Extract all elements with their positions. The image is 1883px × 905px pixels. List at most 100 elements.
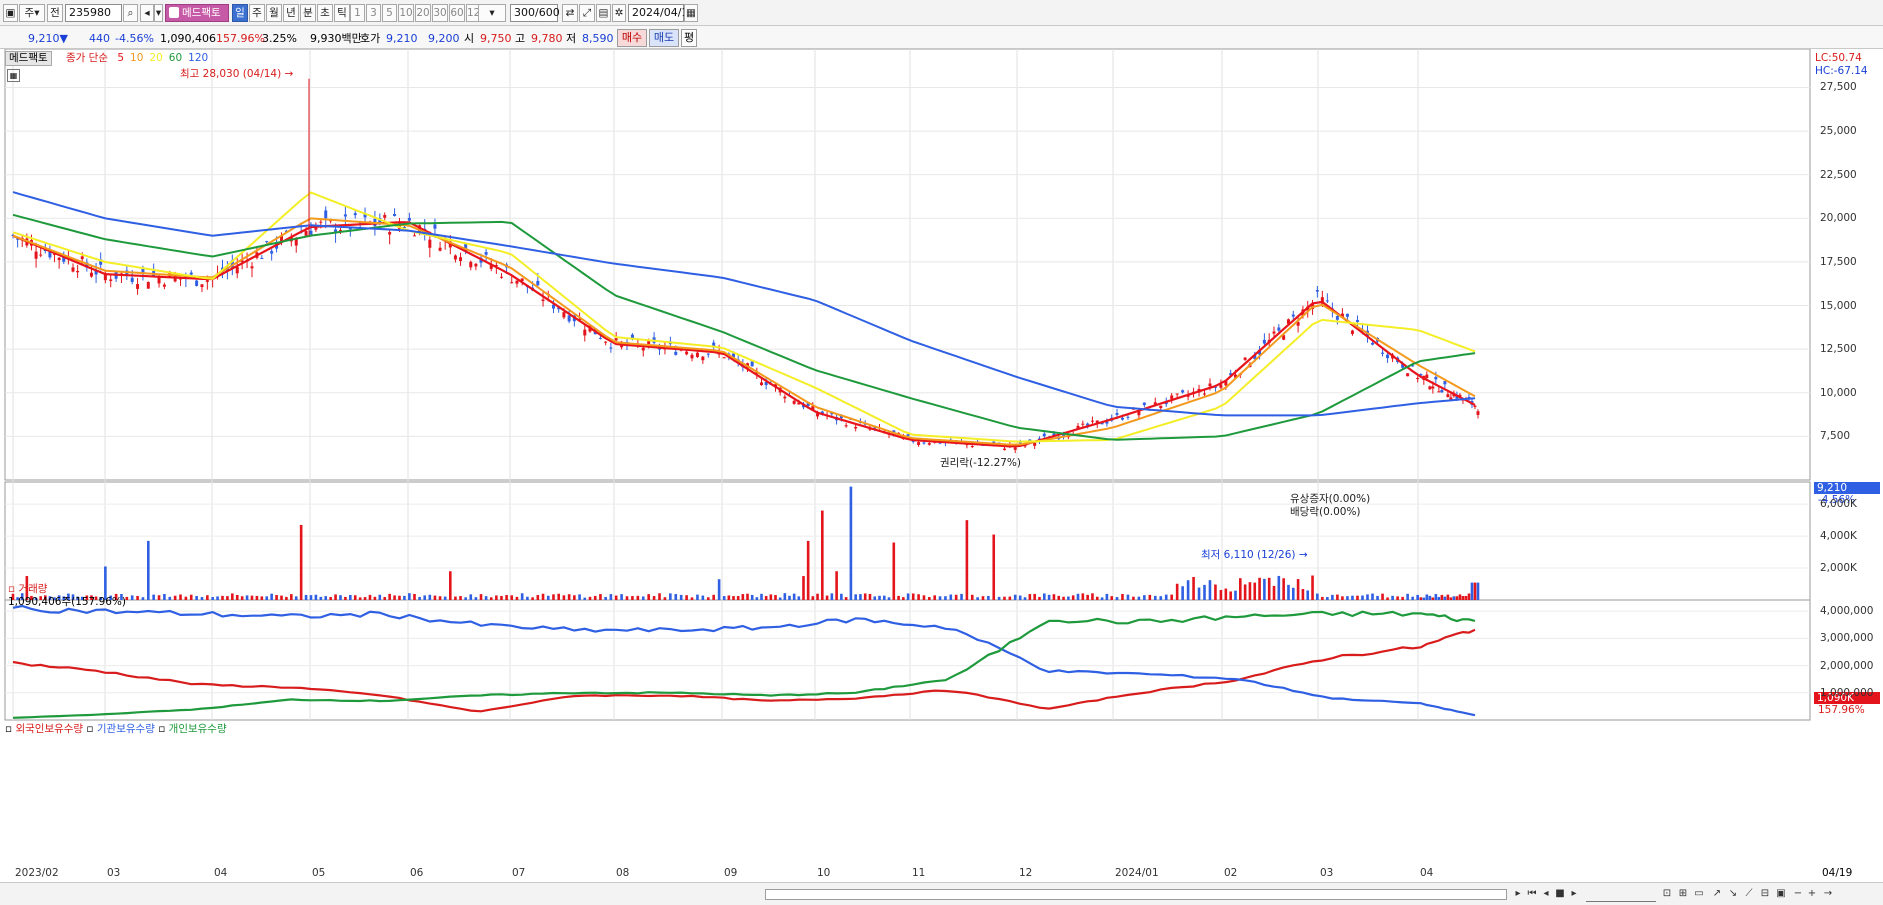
volume-bar xyxy=(1042,593,1046,600)
volume-bar xyxy=(1458,594,1462,600)
fit-icon[interactable]: ▭ xyxy=(1692,887,1706,901)
volume-bar xyxy=(1018,595,1022,600)
prev-icon[interactable]: ◂ xyxy=(1540,887,1552,901)
screen-icon[interactable]: ⊟ xyxy=(1758,887,1772,901)
indicator-icon[interactable]: ⇄ xyxy=(562,4,578,22)
volume-bar xyxy=(260,596,264,600)
volume-bar xyxy=(1316,593,1319,600)
volume-bar xyxy=(769,594,773,600)
candle-body xyxy=(136,284,140,289)
candle-body xyxy=(484,252,488,255)
crosshair-icon[interactable]: ⊞ xyxy=(1676,887,1690,901)
candle-body xyxy=(1208,383,1212,387)
trend-icon[interactable]: ⟋ xyxy=(1742,887,1756,901)
volume-bar xyxy=(184,596,188,600)
volume-bar xyxy=(449,571,452,600)
minus-icon[interactable]: − xyxy=(1792,887,1804,901)
volume-bar xyxy=(599,594,602,600)
candle-body xyxy=(474,263,478,267)
speaker-icon[interactable]: ◂ xyxy=(140,4,154,22)
volume-bar xyxy=(1267,577,1271,600)
scroll-track[interactable] xyxy=(765,889,1507,900)
chevron-down-icon[interactable]: ▾ xyxy=(154,4,163,22)
calendar-icon[interactable]: ▦ xyxy=(684,4,698,22)
market-select[interactable]: 주▾ xyxy=(19,4,45,22)
candle-body xyxy=(433,224,437,229)
volume-bar xyxy=(1110,596,1114,600)
minute-tab-5[interactable]: 5 xyxy=(382,4,397,22)
minute-tab-20[interactable]: 20 xyxy=(415,4,431,22)
candle-body xyxy=(1170,395,1174,399)
volume-bar xyxy=(1311,575,1314,600)
volume-bar xyxy=(944,596,947,600)
volume-bar xyxy=(226,596,229,600)
save-icon[interactable]: ▤ xyxy=(596,4,611,22)
minute-tab-60[interactable]: 60 xyxy=(449,4,465,22)
minute-tab-30[interactable]: 30 xyxy=(432,4,448,22)
sell-button[interactable]: 매도 xyxy=(649,29,679,47)
plus-icon[interactable]: + xyxy=(1806,887,1818,901)
candle-body xyxy=(1142,402,1146,406)
period-tab-6[interactable]: 틱 xyxy=(334,4,350,22)
buy-button[interactable]: 매수 xyxy=(617,29,647,47)
avg-button[interactable]: 평 xyxy=(681,29,697,47)
rewind-icon[interactable]: ⏮ xyxy=(1526,887,1538,901)
volume-bar xyxy=(562,595,566,600)
volume-bar xyxy=(1052,594,1056,600)
stock-code-input[interactable]: 235980 xyxy=(65,4,122,22)
volume-bar xyxy=(1243,584,1247,600)
candle-body xyxy=(1181,390,1185,393)
count-input[interactable]: 300/600 xyxy=(510,4,560,22)
period-tab-2[interactable]: 월 xyxy=(266,4,282,22)
scroll-right-icon[interactable]: ▸ xyxy=(1512,887,1524,901)
period-tab-5[interactable]: 초 xyxy=(317,4,333,22)
stop-icon[interactable]: ■ xyxy=(1554,887,1566,901)
minute-tab-3[interactable]: 3 xyxy=(366,4,381,22)
volume-bar xyxy=(844,597,848,600)
settings-icon[interactable]: ✲ xyxy=(612,4,626,22)
minute-tab-10[interactable]: 10 xyxy=(398,4,414,22)
volume-bar xyxy=(593,595,597,600)
candle-body xyxy=(1437,391,1441,393)
candle-body xyxy=(1325,300,1329,302)
minute-tab-1[interactable]: 1 xyxy=(350,4,365,22)
volume-bar xyxy=(363,597,367,600)
volume-bar xyxy=(981,596,985,600)
candle-body xyxy=(706,353,710,355)
volume-bar xyxy=(614,595,618,600)
period-tab-1[interactable]: 주 xyxy=(249,4,265,22)
line-tool-icon[interactable]: ↗ xyxy=(1710,887,1724,901)
volume-bar xyxy=(674,594,678,600)
volume-bar xyxy=(443,596,447,600)
volume-bar xyxy=(1062,596,1065,600)
zoom-slider[interactable] xyxy=(1586,887,1656,902)
type-select[interactable]: 전 xyxy=(47,4,63,22)
volume-bar xyxy=(157,595,161,600)
date-input[interactable]: 2024/04/19 xyxy=(628,4,695,22)
period-tab-3[interactable]: 년 xyxy=(283,4,299,22)
volume-bar xyxy=(960,593,963,600)
window-icon[interactable]: ▣ xyxy=(1774,887,1788,901)
grid-toggle-icon[interactable]: ▦ xyxy=(7,69,20,82)
volume-bar xyxy=(1239,578,1242,600)
volume-bar xyxy=(294,596,298,600)
expand-icon[interactable]: → xyxy=(1822,887,1834,901)
period-tab-4[interactable]: 분 xyxy=(300,4,316,22)
volume-bar xyxy=(1143,595,1146,600)
arrow-tool-icon[interactable]: ↘ xyxy=(1726,887,1740,901)
period-tab-0[interactable]: 일 xyxy=(232,4,248,22)
search-icon[interactable]: ⌕ xyxy=(123,4,138,22)
volume-bar xyxy=(495,595,498,600)
range-select[interactable]: ▾ xyxy=(478,4,506,22)
layout-icon[interactable]: ▣ xyxy=(3,4,18,22)
zoom-out-icon[interactable]: ⊡ xyxy=(1660,887,1674,901)
price-tick: 27,500 xyxy=(1820,81,1857,94)
bid-price: 9,200 xyxy=(428,32,460,45)
candle-body xyxy=(146,282,150,289)
stock-name-box[interactable]: 메드팩토 xyxy=(165,4,229,22)
compare-icon[interactable]: ⤢ xyxy=(579,4,595,22)
volume-bar xyxy=(1081,593,1085,600)
play-icon[interactable]: ▸ xyxy=(1568,887,1580,901)
candle-body xyxy=(1406,373,1410,377)
scroll-bar[interactable]: ▸ ⏮ ◂ ■ ▸ ⊡ ⊞ ▭ ↗ ↘ ⟋ ⊟ ▣ − + → xyxy=(0,882,1883,905)
